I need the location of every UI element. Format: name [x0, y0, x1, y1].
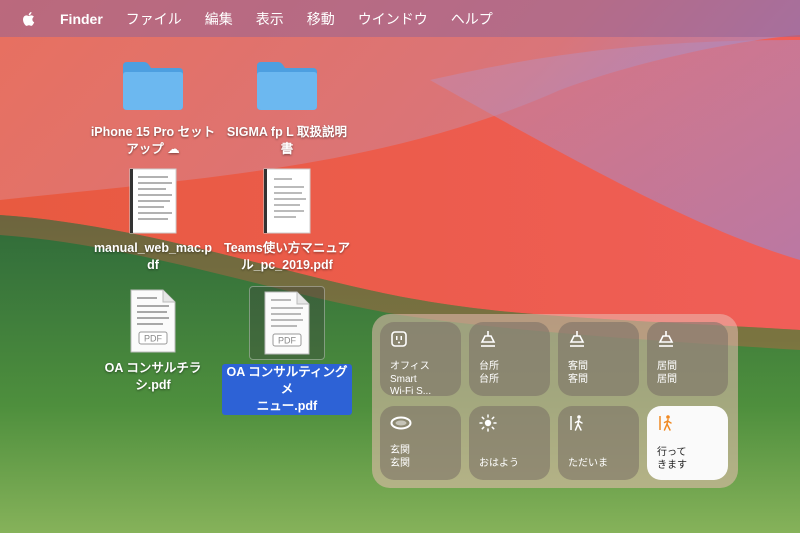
- home-tile-living-room[interactable]: 居間 居間: [647, 322, 728, 396]
- menu-help[interactable]: ヘルプ: [451, 9, 493, 29]
- item-label: SIGMA fp L 取扱説明 書: [226, 125, 348, 156]
- folder-icon: [252, 50, 322, 120]
- item-label: OA コンサルティングメ ニュー.pdf: [222, 364, 352, 415]
- scene-good-morning[interactable]: おはよう: [469, 406, 550, 480]
- item-label: Teams使い方マニュア ル_pc_2019.pdf: [224, 241, 350, 272]
- ring-light-icon: [390, 416, 412, 430]
- ceiling-light-icon: [480, 331, 496, 347]
- folder-icon: [118, 50, 188, 120]
- ceiling-light-icon: [658, 331, 674, 347]
- person-leaving-icon: [659, 415, 672, 431]
- person-arriving-icon: [570, 415, 583, 431]
- desktop-file-manual-web-mac[interactable]: manual_web_mac.p df: [88, 166, 218, 274]
- sun-icon: [479, 414, 497, 432]
- menu-bar: Finder ファイル 編集 表示 移動 ウインドウ ヘルプ: [0, 0, 800, 37]
- pdf-thumbnail-icon: [252, 166, 322, 236]
- menu-go[interactable]: 移動: [307, 9, 335, 29]
- apple-menu-icon[interactable]: [20, 10, 38, 28]
- scene-leaving-home[interactable]: 行って きます: [647, 406, 728, 480]
- desktop-file-oa-menu[interactable]: PDF OA コンサルティングメ ニュー.pdf: [222, 286, 352, 415]
- pdf-badge: PDF: [144, 334, 163, 344]
- menu-window[interactable]: ウインドウ: [358, 9, 428, 29]
- home-tile-office[interactable]: オフィス Smart Wi-Fi S...: [380, 322, 461, 397]
- home-tile-kitchen[interactable]: 台所 台所: [469, 322, 550, 396]
- menu-edit[interactable]: 編集: [205, 9, 233, 29]
- home-tile-guest-room[interactable]: 客間 客間: [558, 322, 639, 396]
- pdf-document-icon: PDF: [118, 286, 188, 356]
- menu-finder[interactable]: Finder: [60, 11, 103, 27]
- pdf-thumbnail-icon: [118, 166, 188, 236]
- desktop-folder-sigma-manual[interactable]: SIGMA fp L 取扱説明 書: [222, 50, 352, 158]
- menu-file[interactable]: ファイル: [126, 9, 182, 29]
- item-label: OA コンサルチラ シ.pdf: [104, 361, 202, 392]
- home-widget: オフィス Smart Wi-Fi S... 台所 台所 客間 客間 居間 居間: [372, 314, 738, 488]
- pdf-badge: PDF: [278, 336, 297, 346]
- menu-view[interactable]: 表示: [256, 9, 284, 29]
- item-label: iPhone 15 Pro セット アップ ☁: [90, 125, 216, 156]
- desktop-folder-iphone-setup[interactable]: iPhone 15 Pro セット アップ ☁: [88, 50, 218, 158]
- outlet-icon: [391, 331, 407, 347]
- home-tile-entrance[interactable]: 玄関 玄関: [380, 406, 461, 480]
- item-label: manual_web_mac.p df: [93, 241, 213, 272]
- ceiling-light-icon: [569, 331, 585, 347]
- desktop-file-teams-manual[interactable]: Teams使い方マニュア ル_pc_2019.pdf: [222, 166, 352, 274]
- scene-im-home[interactable]: ただいま: [558, 406, 639, 480]
- desktop-file-oa-flyer[interactable]: PDF OA コンサルチラ シ.pdf: [88, 286, 218, 394]
- pdf-document-icon: PDF: [249, 286, 325, 360]
